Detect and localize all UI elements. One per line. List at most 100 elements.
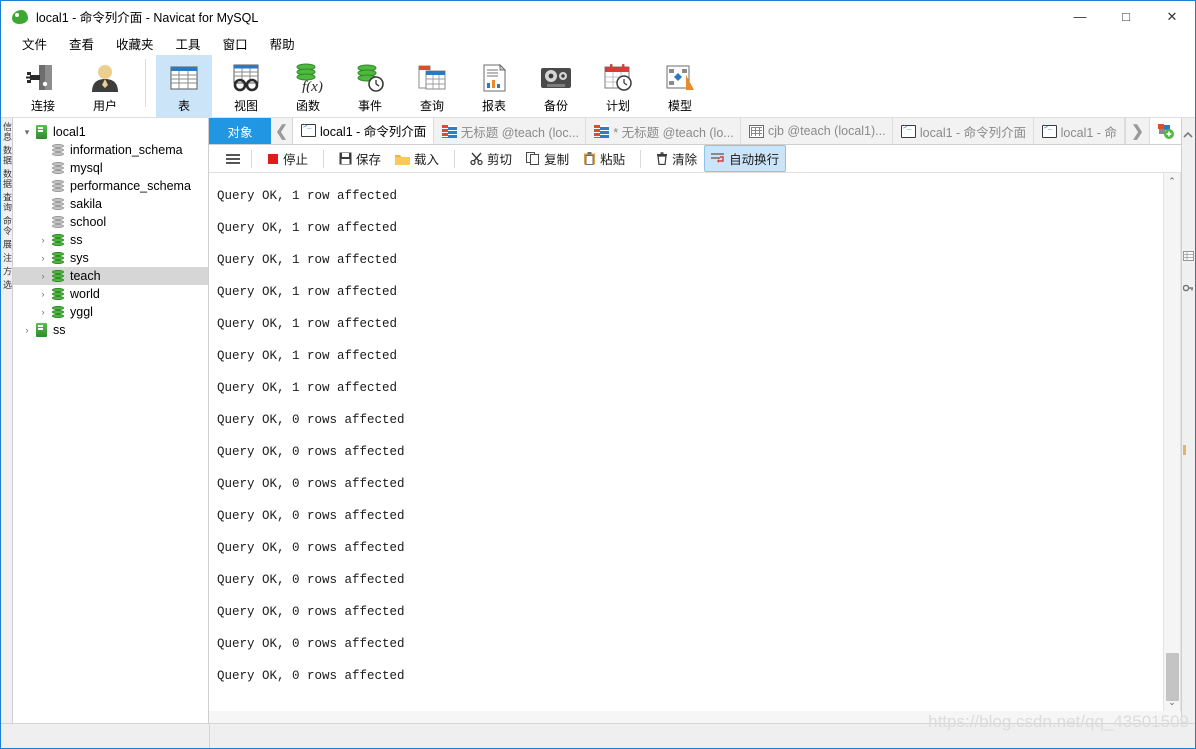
cut-button[interactable]: 剪切 [463, 145, 519, 172]
table-grid-icon[interactable] [1182, 250, 1195, 262]
save-button[interactable]: 保存 [332, 145, 388, 172]
chevron-right-icon[interactable]: › [35, 307, 51, 317]
menu-tools[interactable]: 工具 [165, 31, 212, 56]
toolbar-schedule-button[interactable]: 计划 [590, 55, 646, 117]
tree-item-yggl[interactable]: › yggl [13, 303, 208, 321]
toolbar-backup-button[interactable]: 备份 [528, 55, 584, 117]
panel-marker-icon[interactable] [1182, 444, 1195, 456]
close-button[interactable]: ✕ [1149, 1, 1195, 32]
tree-item-local1[interactable]: ▾ local1 [13, 123, 208, 141]
trash-icon [657, 152, 668, 165]
tree-item-mysql[interactable]: mysql [13, 159, 208, 177]
stop-button[interactable]: 停止 [260, 145, 315, 172]
scroll-up-button[interactable]: ⌃ [1164, 173, 1180, 190]
console-lines: Query OK, 1 row affected Query OK, 1 row … [209, 173, 1180, 699]
hamburger-icon[interactable] [223, 149, 243, 169]
chevron-right-icon[interactable]: › [35, 253, 51, 263]
scroll-down-button[interactable]: ⌄ [1164, 694, 1180, 711]
tab-4[interactable]: local1 - 命令列介面 [892, 118, 1034, 144]
connection-tree-panel: ▾ local1 information_schema mysql performanc… [13, 118, 209, 723]
console-icon [1041, 124, 1057, 138]
word-wrap-button[interactable]: 自动换行 [704, 145, 787, 172]
svg-text:f(x): f(x) [302, 79, 323, 93]
toolbar-divider [145, 59, 146, 107]
toolbar-user-button[interactable]: 用户 [77, 55, 133, 117]
tree-item-ss[interactable]: › ss [13, 321, 208, 339]
tree-item-performance_schema[interactable]: performance_schema [13, 177, 208, 195]
new-tab-button[interactable] [1149, 118, 1181, 144]
connection-tree[interactable]: ▾ local1 information_schema mysql performanc… [13, 118, 208, 339]
navicat-window: local1 - 命令列介面 - Navicat for MySQL — □ ✕… [0, 0, 1196, 749]
navicat-leaf-icon [11, 8, 29, 26]
wrap-icon [711, 153, 725, 163]
tab-label: cjb @teach (local1)... [767, 124, 886, 138]
console-output-line: Query OK, 0 rows affected [217, 573, 405, 587]
toolbar-event-button[interactable]: 事件 [342, 55, 398, 117]
collapse-chevron-icon[interactable] [1182, 128, 1195, 140]
menu-view[interactable]: 查看 [58, 31, 105, 56]
minimize-button[interactable]: — [1057, 1, 1103, 32]
tree-item-world[interactable]: › world [13, 285, 208, 303]
chevron-down-icon[interactable]: ▾ [19, 127, 35, 138]
chevron-right-icon[interactable]: › [35, 235, 51, 245]
toolbar-query-button[interactable]: 查询 [404, 55, 460, 117]
tree-item-label: teach [70, 269, 101, 283]
menu-help[interactable]: 帮助 [259, 31, 306, 56]
console-vertical-scrollbar[interactable]: ⌃ ⌄ [1163, 173, 1180, 711]
backup-icon [539, 60, 573, 96]
left-dock-strip[interactable]: 信息 数据 数据 查询 命令 展 注 方 选 [1, 118, 13, 723]
copy-button[interactable]: 复制 [519, 145, 576, 172]
chevron-right-icon[interactable]: › [19, 325, 35, 335]
maximize-button[interactable]: □ [1103, 1, 1149, 32]
tree-item-teach[interactable]: › teach [13, 267, 208, 285]
tab-scroll-right-button[interactable]: ❯ [1125, 118, 1149, 144]
chevron-right-icon[interactable]: › [35, 289, 51, 299]
tree-item-school[interactable]: school [13, 213, 208, 231]
database-green-icon [51, 251, 65, 265]
toolbar-table-button[interactable]: 表 [156, 55, 212, 117]
toolbar-model-button[interactable]: 模型 [652, 55, 708, 117]
new-tab-icon [1157, 124, 1174, 139]
tab-0[interactable]: local1 - 命令列介面 [293, 118, 434, 144]
console-output-line: Query OK, 1 row affected [217, 285, 398, 299]
toolbar-report-button[interactable]: 报表 [466, 55, 522, 117]
object-button[interactable]: 对象 [209, 118, 271, 144]
console-output-line: Query OK, 0 rows affected [217, 477, 405, 491]
tree-item-information_schema[interactable]: information_schema [13, 141, 208, 159]
toolbar-view-label: 视图 [233, 99, 258, 113]
tree-item-label: school [70, 215, 107, 229]
right-dock-strip[interactable] [1181, 118, 1195, 723]
tree-item-ss[interactable]: › ss [13, 231, 208, 249]
console-output-area[interactable]: Query OK, 1 row affected Query OK, 1 row … [209, 173, 1181, 711]
menu-favorites[interactable]: 收藏夹 [105, 31, 165, 56]
tab-3[interactable]: cjb @teach (local1)... [740, 118, 893, 144]
tab-5[interactable]: local1 - 命 [1033, 118, 1125, 144]
left-dock-label: 信息 数据 数据 查询 命令 展 注 方 选 [2, 122, 12, 291]
paste-button[interactable]: 粘贴 [576, 145, 632, 172]
toolbar-user-label: 用户 [92, 99, 117, 113]
tree-item-sakila[interactable]: sakila [13, 195, 208, 213]
tree-item-sys[interactable]: › sys [13, 249, 208, 267]
menu-file[interactable]: 文件 [11, 31, 58, 56]
toolbar-view-button[interactable]: 视图 [218, 55, 274, 117]
load-button[interactable]: 载入 [388, 145, 446, 172]
menu-window[interactable]: 窗口 [212, 31, 259, 56]
clear-button[interactable]: 清除 [649, 145, 704, 172]
toolbar-function-button[interactable]: f(x) 函数 [280, 55, 336, 117]
tab-list: local1 - 命令列介面 无标题 @teach (loc... * 无标题 @t… [293, 118, 1125, 144]
model-icon [664, 60, 696, 96]
body-area: 信息 数据 数据 查询 命令 展 注 方 选 ▾ local1 informatio… [1, 118, 1195, 723]
tree-item-label: sakila [70, 197, 102, 211]
toolbar-connection-button[interactable]: 连接 [15, 55, 71, 117]
chevron-right-icon[interactable]: › [35, 271, 51, 281]
console-output-line: Query OK, 0 rows affected [217, 413, 405, 427]
key-icon[interactable] [1182, 282, 1195, 294]
database-gray-icon [51, 197, 65, 211]
tab-1[interactable]: 无标题 @teach (loc... [433, 118, 587, 144]
status-left-segment [1, 724, 210, 748]
tab-scroll-left-button[interactable]: ❮ [271, 118, 293, 144]
tab-2[interactable]: * 无标题 @teach (lo... [586, 118, 741, 144]
console-output-line: Query OK, 0 rows affected [217, 541, 405, 555]
tab-bar: 对象 ❮ local1 - 命令列介面 无标题 @teach (loc... * 无… [209, 118, 1181, 145]
title-bar: local1 - 命令列介面 - Navicat for MySQL — □ ✕ [1, 1, 1195, 32]
